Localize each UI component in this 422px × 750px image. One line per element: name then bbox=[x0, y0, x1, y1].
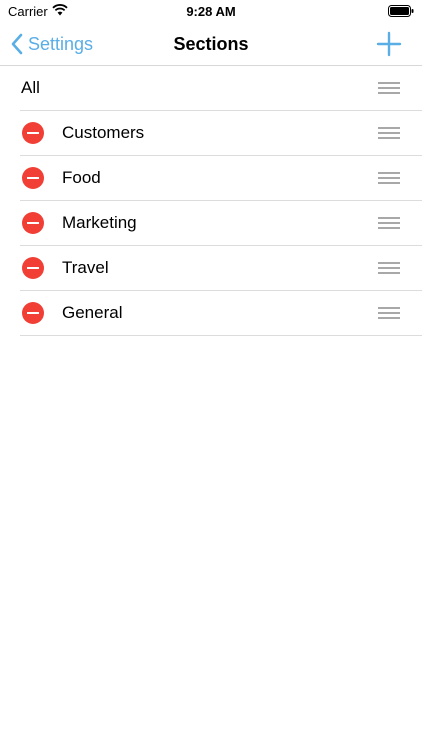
list-item-all[interactable]: All bbox=[20, 66, 422, 111]
list-item-label: General bbox=[62, 303, 123, 322]
sections-screen: Carrier 9:28 AM Settings Sections All Cu… bbox=[0, 0, 422, 750]
sections-list: All Customers Food Marketing Travel Gene… bbox=[0, 66, 422, 336]
reorder-handle-icon[interactable] bbox=[378, 172, 400, 184]
list-item-label: Travel bbox=[62, 258, 109, 277]
list-item-travel[interactable]: Travel bbox=[20, 246, 422, 291]
reorder-handle-icon[interactable] bbox=[378, 307, 400, 319]
navigation-bar: Settings Sections bbox=[0, 22, 422, 66]
list-item-label: Marketing bbox=[62, 213, 137, 232]
delete-icon[interactable] bbox=[22, 212, 44, 234]
back-button[interactable]: Settings bbox=[10, 22, 93, 66]
status-bar: Carrier 9:28 AM bbox=[0, 0, 422, 22]
plus-icon[interactable] bbox=[374, 29, 404, 59]
reorder-handle-icon[interactable] bbox=[378, 217, 400, 229]
delete-icon[interactable] bbox=[22, 302, 44, 324]
status-time: 9:28 AM bbox=[186, 4, 236, 19]
list-item-general[interactable]: General bbox=[20, 291, 422, 336]
list-item-food[interactable]: Food bbox=[20, 156, 422, 201]
list-item-label: Customers bbox=[62, 123, 145, 142]
reorder-handle-icon[interactable] bbox=[378, 82, 400, 94]
list-item-label: Food bbox=[62, 168, 101, 187]
list-item-customers[interactable]: Customers bbox=[20, 111, 422, 156]
chevron-left-icon bbox=[11, 33, 23, 55]
delete-icon[interactable] bbox=[22, 167, 44, 189]
back-button-label: Settings bbox=[28, 33, 94, 54]
reorder-handle-icon[interactable] bbox=[378, 262, 400, 274]
delete-icon[interactable] bbox=[22, 122, 44, 144]
reorder-handle-icon[interactable] bbox=[378, 127, 400, 139]
list-item-label: All bbox=[21, 78, 40, 97]
delete-icon[interactable] bbox=[22, 257, 44, 279]
list-item-marketing[interactable]: Marketing bbox=[20, 201, 422, 246]
battery-icon bbox=[388, 5, 414, 17]
